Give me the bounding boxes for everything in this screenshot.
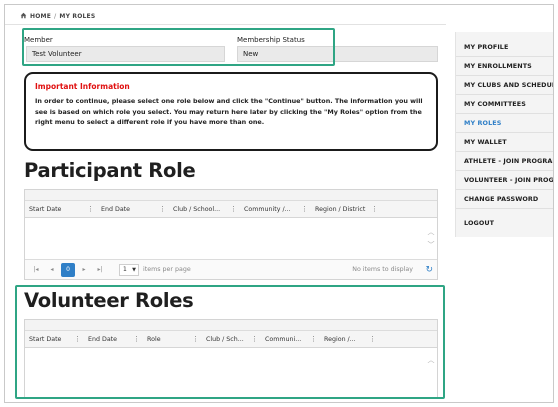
- sidebar-item-my-roles[interactable]: MY ROLES: [464, 119, 501, 127]
- menu-divider: [456, 113, 553, 114]
- sidebar-item-my-enrollments[interactable]: MY ENROLLMENTS: [464, 62, 532, 70]
- menu-divider: [456, 56, 553, 57]
- column-menu-icon[interactable]: ⋮: [87, 201, 94, 217]
- column-menu-icon[interactable]: ⋮: [230, 201, 237, 217]
- member-highlight-box: [22, 28, 335, 66]
- sidebar-item-volunteer-join-program[interactable]: VOLUNTEER - JOIN PROGRAM: [464, 176, 553, 184]
- column-header[interactable]: Region / District ⋮: [311, 201, 381, 217]
- scroll-down-icon[interactable]: ﹀: [427, 241, 435, 250]
- current-page-button[interactable]: 0: [61, 262, 75, 277]
- info-text: In order to continue, please select one …: [35, 97, 423, 126]
- right-menu: MY PROFILE MY ENROLLMENTS MY CLUBS AND S…: [455, 32, 553, 237]
- home-icon[interactable]: [20, 12, 27, 21]
- menu-divider: [456, 208, 553, 209]
- breadcrumb-divider: [5, 24, 446, 25]
- column-header[interactable]: Start Date ⋮: [25, 201, 97, 217]
- sidebar-item-my-profile[interactable]: MY PROFILE: [464, 43, 508, 51]
- refresh-icon[interactable]: ↻: [425, 265, 433, 275]
- column-header[interactable]: Club / School... ⋮: [169, 201, 240, 217]
- menu-divider: [456, 151, 553, 152]
- participant-grid: Start Date ⋮ End Date ⋮ Club / School... ⋮ …: [24, 189, 438, 280]
- sidebar-item-my-wallet[interactable]: MY WALLET: [464, 138, 507, 146]
- sidebar-item-logout[interactable]: LOGOUT: [464, 219, 494, 227]
- menu-divider: [456, 189, 553, 190]
- menu-divider: [456, 170, 553, 171]
- breadcrumb-home-link[interactable]: HOME: [30, 13, 51, 20]
- sidebar-item-change-password[interactable]: CHANGE PASSWORD: [464, 195, 538, 203]
- participant-pager: |◂ ◂ 0 ▸ ▸| 1 ▼ items per page No items t…: [25, 259, 437, 279]
- page-frame: HOME / MY ROLES Member Test Volunteer Me…: [4, 4, 554, 403]
- participant-grid-header: Start Date ⋮ End Date ⋮ Club / School... ⋮ …: [25, 201, 437, 218]
- prev-page-icon[interactable]: ◂: [45, 263, 59, 277]
- sidebar-item-my-clubs-and-schedule[interactable]: MY CLUBS AND SCHEDULE: [464, 81, 553, 89]
- grid-toolbar: [25, 190, 437, 201]
- items-per-page-label: items per page: [143, 266, 191, 273]
- info-title: Important Information: [35, 82, 130, 91]
- column-header[interactable]: Community /... ⋮: [240, 201, 311, 217]
- last-page-icon[interactable]: ▸|: [93, 263, 107, 277]
- pager-info: No items to display: [352, 266, 413, 273]
- column-menu-icon[interactable]: ⋮: [159, 201, 166, 217]
- grid-scrollbar[interactable]: ︿ ﹀: [427, 228, 435, 250]
- items-per-page-select[interactable]: 1 ▼: [119, 263, 139, 276]
- participant-role-title: Participant Role: [24, 159, 196, 182]
- breadcrumb: HOME / MY ROLES: [20, 12, 95, 21]
- menu-divider: [456, 75, 553, 76]
- scroll-up-icon[interactable]: ︿: [427, 228, 435, 237]
- first-page-icon[interactable]: |◂: [29, 263, 43, 277]
- volunteer-highlight-box: [15, 285, 445, 399]
- menu-divider: [456, 94, 553, 95]
- column-menu-icon[interactable]: ⋮: [371, 201, 378, 217]
- sidebar-item-athlete-join-program[interactable]: ATHLETE - JOIN PROGRAM: [464, 157, 553, 165]
- chevron-down-icon: ▼: [132, 266, 136, 273]
- next-page-icon[interactable]: ▸: [77, 263, 91, 277]
- column-menu-icon[interactable]: ⋮: [301, 201, 308, 217]
- sidebar-item-my-committees[interactable]: MY COMMITTEES: [464, 100, 526, 108]
- breadcrumb-current: MY ROLES: [59, 13, 96, 20]
- breadcrumb-separator: /: [54, 13, 57, 20]
- important-info-box: Important Information In order to contin…: [24, 72, 438, 151]
- menu-divider: [456, 132, 553, 133]
- column-header[interactable]: End Date ⋮: [97, 201, 169, 217]
